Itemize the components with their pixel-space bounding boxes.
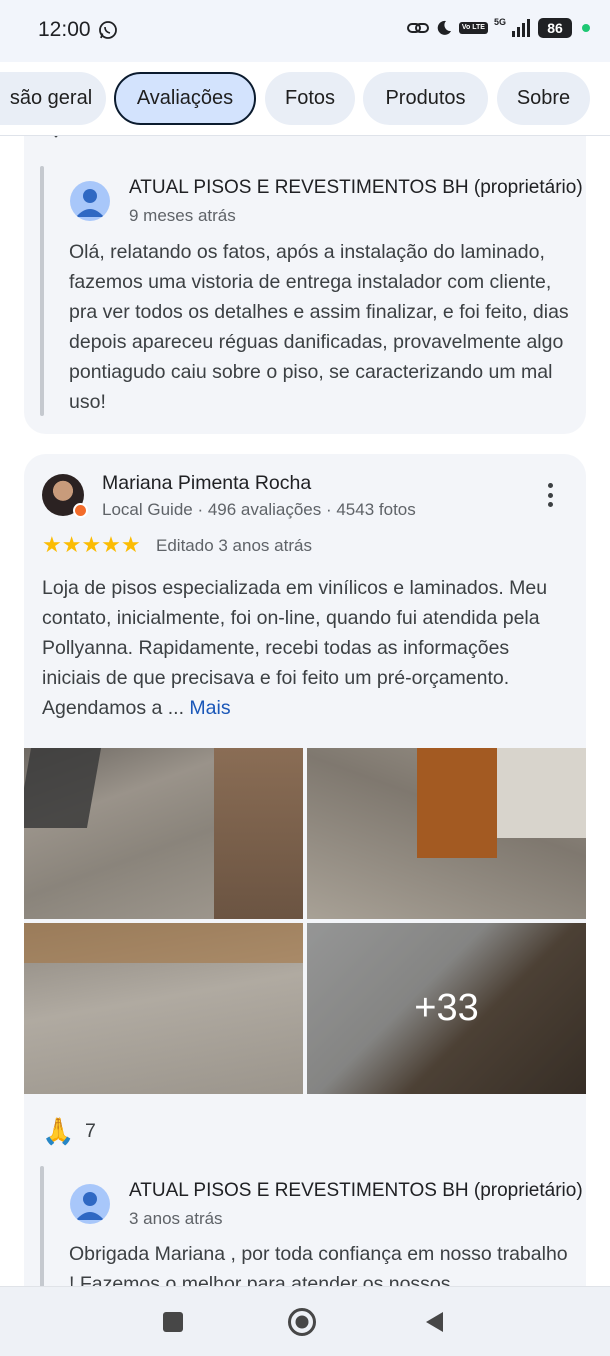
tab-label: são geral bbox=[9, 87, 93, 109]
tab-label: Sobre bbox=[516, 87, 571, 109]
tab-label: Fotos bbox=[284, 87, 336, 109]
reply-time: 9 meses atrás bbox=[129, 206, 236, 225]
review-photo[interactable] bbox=[307, 748, 586, 919]
tab-label: Avaliações bbox=[136, 87, 234, 109]
reply-indicator bbox=[40, 1166, 44, 1286]
owner-name[interactable]: ATUAL PISOS E REVESTIMENTOS BH (propriet… bbox=[129, 177, 583, 199]
reaction-icon[interactable]: 🙏 bbox=[42, 1116, 74, 1147]
moon-icon bbox=[437, 20, 451, 35]
person-icon bbox=[76, 1192, 104, 1220]
owner-avatar[interactable] bbox=[70, 1184, 110, 1224]
local-guide-badge bbox=[73, 503, 88, 518]
home-button[interactable] bbox=[287, 1307, 317, 1337]
battery-indicator: 86 bbox=[538, 18, 572, 38]
system-nav-bar bbox=[0, 1286, 610, 1356]
reply-text: Olá, relatando os fatos, após a instalaç… bbox=[69, 241, 569, 413]
star-rating: ★★★★★ bbox=[42, 534, 141, 556]
tab-reviews[interactable]: Avaliações bbox=[114, 72, 256, 125]
whatsapp-icon bbox=[99, 21, 117, 39]
chevron-down-icon[interactable] bbox=[48, 136, 64, 140]
status-bar: 12:00 Vo LTE 5G 86 bbox=[0, 0, 610, 62]
back-triangle-icon bbox=[426, 1312, 443, 1332]
stars-icon: ★★★★★ bbox=[42, 532, 141, 557]
reviewer-name[interactable]: Mariana Pimenta Rocha bbox=[102, 472, 311, 495]
recents-button[interactable] bbox=[158, 1307, 188, 1337]
review-photo-more[interactable]: +33 bbox=[307, 923, 586, 1094]
owner-name[interactable]: ATUAL PISOS E REVESTIMENTOS BH (propriet… bbox=[129, 1180, 583, 1202]
reviews-list[interactable]: ATUAL PISOS E REVESTIMENTOS BH (propriet… bbox=[0, 136, 610, 1286]
square-icon bbox=[163, 1312, 183, 1332]
home-circle-icon bbox=[288, 1308, 316, 1336]
more-link[interactable]: Mais bbox=[189, 697, 230, 719]
tab-about[interactable]: Sobre bbox=[497, 72, 590, 125]
tabs-bar: são geral Avaliações Fotos Produtos Sobr… bbox=[0, 62, 610, 136]
review-date: Editado 3 anos atrás bbox=[156, 536, 312, 555]
photo-count: +33 bbox=[307, 923, 586, 1094]
review-photo[interactable] bbox=[24, 748, 303, 919]
status-time: 12:00 bbox=[38, 18, 91, 41]
signal-icon bbox=[512, 19, 530, 37]
privacy-dot bbox=[582, 24, 590, 32]
reviewer-meta: Local Guide · 496 avaliações · 4543 foto… bbox=[102, 500, 416, 519]
review-text: Loja de pisos especializada em vinílicos… bbox=[42, 573, 572, 723]
status-icons: Vo LTE 5G 86 bbox=[406, 17, 590, 38]
link-icon bbox=[406, 23, 429, 33]
review-photo[interactable] bbox=[24, 923, 303, 1094]
back-button[interactable] bbox=[420, 1307, 450, 1337]
reply-text: Obrigada Mariana , por toda confiança em… bbox=[69, 1243, 568, 1286]
person-icon bbox=[76, 189, 104, 217]
reaction-count: 7 bbox=[85, 1120, 96, 1142]
more-options-icon[interactable] bbox=[538, 480, 562, 510]
tab-products[interactable]: Produtos bbox=[363, 72, 488, 125]
owner-avatar[interactable] bbox=[70, 181, 110, 221]
network-label: 5G bbox=[493, 17, 506, 27]
reviewer-avatar[interactable] bbox=[42, 474, 88, 518]
volte-badge: Vo LTE bbox=[458, 22, 488, 34]
tab-photos[interactable]: Fotos bbox=[265, 72, 355, 125]
reply-time: 3 anos atrás bbox=[129, 1209, 223, 1228]
tab-overview[interactable]: são geral bbox=[0, 72, 106, 125]
tab-label: Produtos bbox=[385, 87, 466, 109]
reply-indicator bbox=[40, 166, 44, 416]
review-body: Loja de pisos especializada em vinílicos… bbox=[42, 577, 548, 719]
